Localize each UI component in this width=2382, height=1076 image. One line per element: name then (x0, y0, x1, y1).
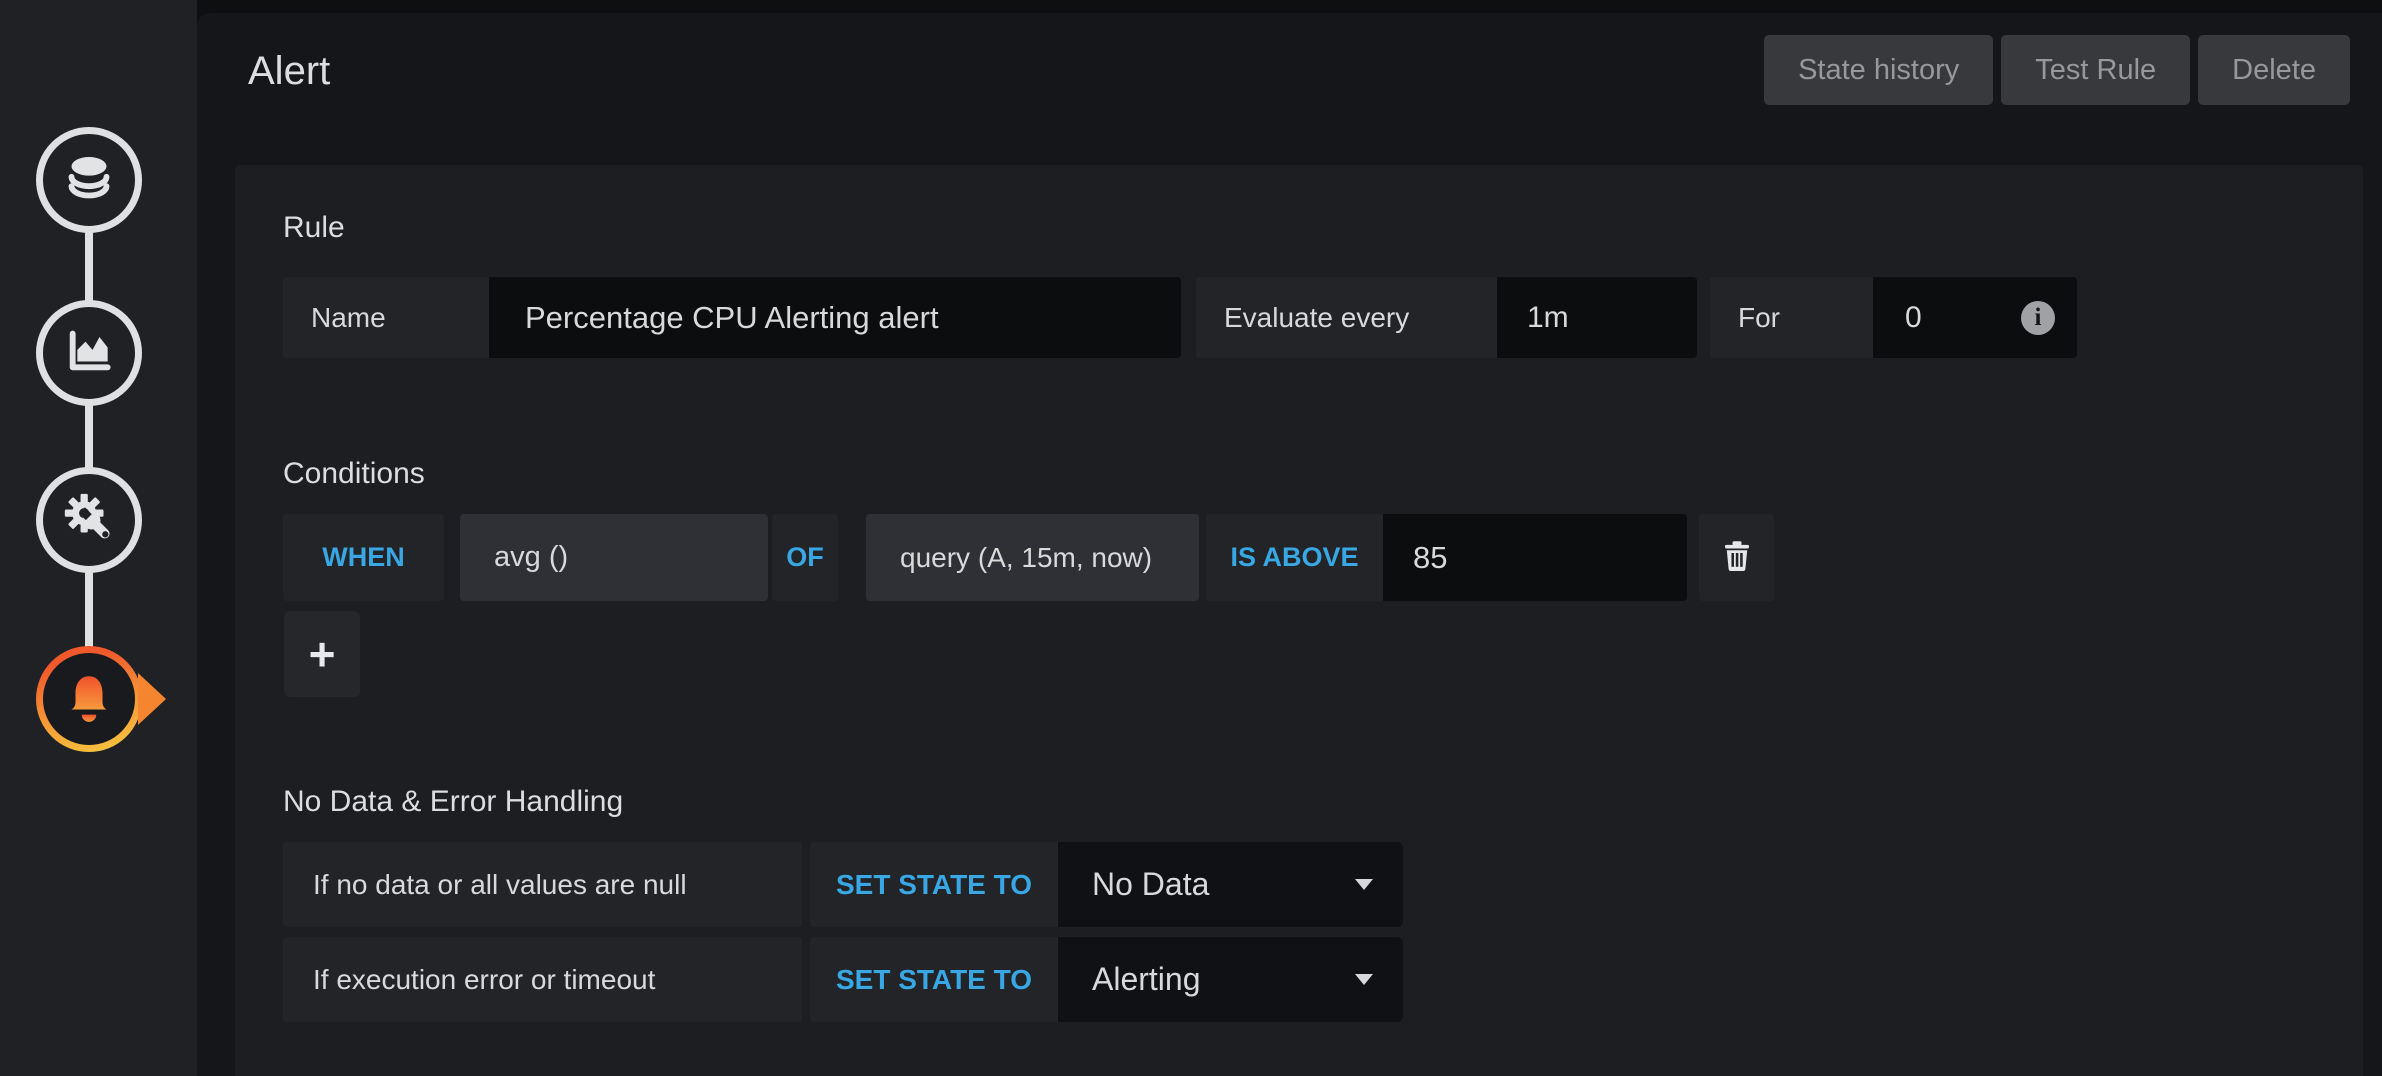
threshold-input[interactable]: 85 (1383, 514, 1687, 601)
is-above-keyword: IS ABOVE (1230, 542, 1358, 573)
alert-panel: Alert State history Test Rule Delete Rul… (197, 13, 2382, 1076)
info-icon[interactable]: i (2021, 301, 2055, 335)
set-state-to-keyword: SET STATE TO (836, 964, 1032, 996)
rule-heading: Rule (283, 211, 345, 244)
name-input-value: Percentage CPU Alerting alert (525, 300, 939, 336)
test-rule-button[interactable]: Test Rule (2001, 35, 2190, 105)
delete-button[interactable]: Delete (2198, 35, 2350, 105)
delete-condition-button[interactable] (1699, 514, 1774, 601)
name-input[interactable]: Percentage CPU Alerting alert (489, 277, 1181, 358)
no-data-heading: No Data & Error Handling (283, 785, 623, 818)
execution-error-condition-label: If execution error or timeout (283, 937, 802, 1022)
caret-down-icon (1355, 879, 1373, 890)
settings-icon (60, 489, 118, 552)
no-data-condition-label: If no data or all values are null (283, 842, 802, 927)
grafana-alert-editor: Alert State history Test Rule Delete Rul… (0, 0, 2382, 1076)
condition-of: OF (772, 514, 838, 601)
alert-config-section: Rule Name Percentage CPU Alerting alert … (235, 165, 2363, 1076)
sidebar-item-alert[interactable] (36, 646, 142, 752)
execution-error-state-field: SET STATE TO Alerting (810, 937, 1403, 1022)
add-condition-button[interactable]: + (284, 611, 360, 697)
sidebar-item-queries[interactable] (36, 127, 142, 233)
evaluate-every-input[interactable]: 1m (1497, 277, 1697, 358)
active-tab-pointer-icon (138, 673, 166, 725)
sidebar-item-visualization[interactable] (36, 300, 142, 406)
database-icon (61, 150, 117, 211)
connector-line (85, 404, 93, 471)
conditions-heading: Conditions (283, 457, 425, 490)
evaluate-every-label: Evaluate every (1224, 302, 1409, 334)
evaluate-every-field: Evaluate every 1m (1196, 277, 1697, 358)
no-data-state-select[interactable]: No Data (1058, 842, 1403, 927)
no-data-state-value: No Data (1092, 866, 1209, 903)
name-label: Name (311, 302, 386, 334)
for-value: 0 (1905, 301, 1922, 335)
page-title: Alert (248, 47, 330, 95)
graph-icon (61, 323, 117, 384)
state-history-button[interactable]: State history (1764, 35, 1993, 105)
trash-icon (1719, 538, 1755, 577)
when-keyword: WHEN (322, 542, 405, 573)
condition-aggregation-dropdown[interactable]: avg () (460, 514, 768, 601)
condition-threshold-field: IS ABOVE 85 (1206, 514, 1687, 601)
execution-error-label-text: If execution error or timeout (313, 964, 655, 996)
panel-editor-tab-bar (0, 0, 197, 1076)
operator-dropdown[interactable]: IS ABOVE (1206, 514, 1383, 601)
condition-when: WHEN (283, 514, 444, 601)
for-label: For (1738, 302, 1780, 334)
condition-query-dropdown[interactable]: query (A, 15m, now) (866, 514, 1199, 601)
evaluate-every-value: 1m (1527, 301, 1569, 335)
for-field: For 0 i (1710, 277, 2077, 358)
threshold-value: 85 (1413, 540, 1447, 576)
execution-error-state-value: Alerting (1092, 961, 1201, 998)
no-data-label-text: If no data or all values are null (313, 869, 687, 901)
caret-down-icon (1355, 974, 1373, 985)
alert-bell-icon (62, 670, 116, 729)
rule-name-field: Name Percentage CPU Alerting alert (283, 277, 1181, 358)
plus-icon: + (309, 627, 336, 681)
of-keyword: OF (786, 542, 824, 573)
sidebar-item-general[interactable] (36, 467, 142, 573)
for-input[interactable]: 0 i (1873, 277, 2077, 358)
toolbar: State history Test Rule Delete (1764, 35, 2350, 105)
connector-line (85, 571, 93, 650)
execution-error-state-select[interactable]: Alerting (1058, 937, 1403, 1022)
query-value: query (A, 15m, now) (900, 542, 1152, 574)
set-state-to-keyword: SET STATE TO (836, 869, 1032, 901)
connector-line (85, 230, 93, 304)
no-data-state-field: SET STATE TO No Data (810, 842, 1403, 927)
aggregation-value: avg () (494, 541, 568, 574)
